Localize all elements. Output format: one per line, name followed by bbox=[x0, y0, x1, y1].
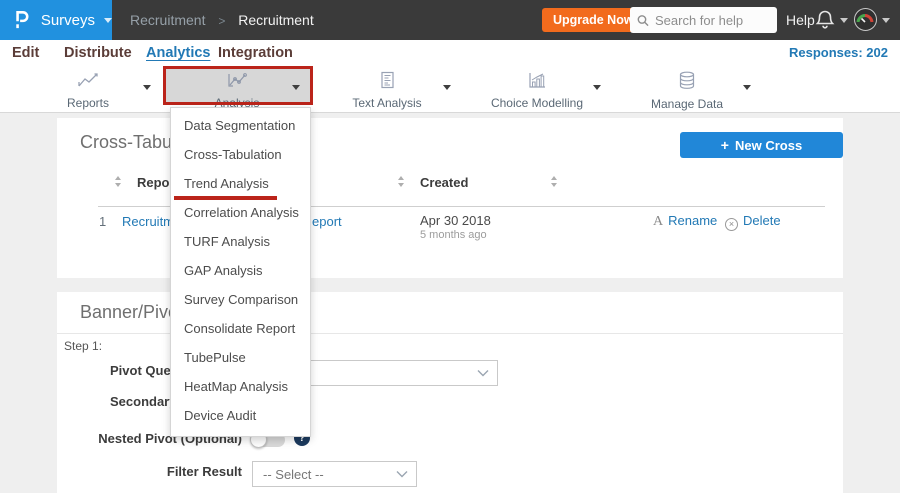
bar-chart-icon bbox=[529, 73, 545, 88]
help-link[interactable]: Help bbox=[786, 0, 815, 40]
menu-item-device-audit[interactable]: Device Audit bbox=[171, 401, 310, 430]
created-relative-time: 5 months ago bbox=[420, 229, 487, 241]
rename-button[interactable]: A Rename bbox=[653, 213, 717, 230]
new-cross-tabulation-button[interactable]: + New Cross Tabulation bbox=[680, 132, 843, 179]
analysis-caret-icon[interactable] bbox=[292, 85, 300, 90]
search-input[interactable] bbox=[655, 12, 770, 28]
pivot-question-label: Pivot Ques bbox=[110, 363, 178, 378]
menu-item-correlation-analysis[interactable]: Correlation Analysis bbox=[171, 198, 310, 227]
toolbar-text-analysis-label: Text Analysis bbox=[352, 96, 422, 110]
menu-item-consolidate-report[interactable]: Consolidate Report bbox=[171, 314, 310, 343]
filter-result-value: -- Select -- bbox=[263, 467, 324, 482]
toolbar-choice-modelling-label: Choice Modelling bbox=[490, 96, 584, 110]
questionpro-logo-icon bbox=[16, 11, 29, 29]
manage-data-caret-icon[interactable] bbox=[743, 85, 751, 90]
workspace-label: Surveys bbox=[40, 11, 95, 29]
breadcrumb: Recruitment > Recruitment bbox=[130, 0, 314, 40]
chevron-down-icon bbox=[104, 17, 112, 23]
breadcrumb-separator: > bbox=[218, 14, 226, 28]
tab-distribute[interactable]: Distribute bbox=[64, 40, 132, 66]
choice-modelling-caret-icon[interactable] bbox=[593, 85, 601, 90]
responses-count: Responses: 202 bbox=[788, 45, 888, 60]
reports-caret-icon[interactable] bbox=[143, 85, 151, 90]
document-icon bbox=[381, 71, 394, 89]
toolbar-manage-data-label: Manage Data bbox=[650, 97, 724, 111]
filter-result-select[interactable]: -- Select -- bbox=[252, 461, 417, 487]
top-bar: Surveys Recruitment > Recruitment Upgrad… bbox=[0, 0, 900, 40]
column-header-created[interactable]: Created bbox=[420, 175, 468, 190]
account-avatar[interactable] bbox=[854, 8, 877, 31]
sort-icon[interactable] bbox=[115, 176, 122, 187]
menu-item-data-segmentation[interactable]: Data Segmentation bbox=[171, 111, 310, 140]
account-caret-icon[interactable] bbox=[882, 18, 890, 23]
annotation-red-underline bbox=[174, 196, 277, 200]
notifications-button[interactable] bbox=[815, 9, 835, 35]
report-name-link-tail[interactable]: eport bbox=[312, 214, 342, 229]
survey-nav: Edit Distribute Analytics Integration Re… bbox=[0, 40, 900, 67]
rename-letter-icon: A bbox=[653, 214, 664, 229]
toolbar-reports[interactable]: Reports bbox=[28, 71, 148, 110]
step-label: Step 1: bbox=[64, 339, 103, 353]
delete-button[interactable]: × Delete bbox=[725, 213, 781, 231]
search-icon bbox=[637, 14, 649, 26]
scatter-chart-icon bbox=[228, 73, 247, 87]
notifications-caret-icon[interactable] bbox=[840, 18, 848, 23]
gauge-icon bbox=[856, 14, 874, 23]
breadcrumb-survey-link[interactable]: Recruitment bbox=[130, 12, 205, 28]
tab-integration[interactable]: Integration bbox=[218, 40, 293, 66]
text-analysis-caret-icon[interactable] bbox=[443, 85, 451, 90]
tab-analytics[interactable]: Analytics bbox=[146, 40, 210, 66]
menu-item-heatmap-analysis[interactable]: HeatMap Analysis bbox=[171, 372, 310, 401]
toolbar-analysis[interactable]: Analysis bbox=[177, 71, 297, 110]
chevron-down-icon bbox=[396, 471, 408, 478]
sort-icon[interactable] bbox=[551, 176, 558, 187]
sort-icon[interactable] bbox=[398, 176, 405, 187]
row-index: 1 bbox=[99, 214, 107, 229]
line-chart-icon bbox=[78, 73, 98, 87]
created-date: Apr 30 2018 bbox=[420, 213, 491, 228]
bell-icon bbox=[815, 10, 835, 29]
toolbar-reports-label: Reports bbox=[66, 96, 110, 110]
toolbar-choice-modelling[interactable]: Choice Modelling bbox=[477, 71, 597, 110]
product-menu[interactable]: Surveys bbox=[0, 0, 112, 40]
secondary-label: Secondary bbox=[110, 394, 177, 409]
analysis-dropdown-menu: Data Segmentation Cross-Tabulation Trend… bbox=[170, 107, 311, 437]
banner-pivot-title: Banner/Pivot bbox=[80, 302, 184, 322]
app-window: Surveys Recruitment > Recruitment Upgrad… bbox=[0, 0, 900, 493]
toolbar-text-analysis[interactable]: Text Analysis bbox=[327, 71, 447, 110]
analytics-toolbar: Reports Analysis Text Analysis Choice Mo… bbox=[0, 67, 900, 113]
delete-circle-x-icon: × bbox=[725, 218, 738, 231]
database-icon bbox=[679, 71, 695, 89]
plus-icon: + bbox=[720, 137, 729, 153]
breadcrumb-current: Recruitment bbox=[238, 12, 314, 28]
menu-item-turf-analysis[interactable]: TURF Analysis bbox=[171, 227, 310, 256]
tab-edit[interactable]: Edit bbox=[12, 40, 39, 66]
menu-item-survey-comparison[interactable]: Survey Comparison bbox=[171, 285, 310, 314]
help-search-box[interactable] bbox=[630, 7, 777, 33]
menu-item-gap-analysis[interactable]: GAP Analysis bbox=[171, 256, 310, 285]
menu-item-trend-analysis[interactable]: Trend Analysis bbox=[171, 169, 310, 198]
menu-item-tubepulse[interactable]: TubePulse bbox=[171, 343, 310, 372]
filter-result-label: Filter Result bbox=[166, 464, 242, 479]
menu-item-cross-tabulation[interactable]: Cross-Tabulation bbox=[171, 140, 310, 200]
toolbar-manage-data[interactable]: Manage Data bbox=[627, 71, 747, 111]
chevron-down-icon bbox=[477, 370, 489, 377]
